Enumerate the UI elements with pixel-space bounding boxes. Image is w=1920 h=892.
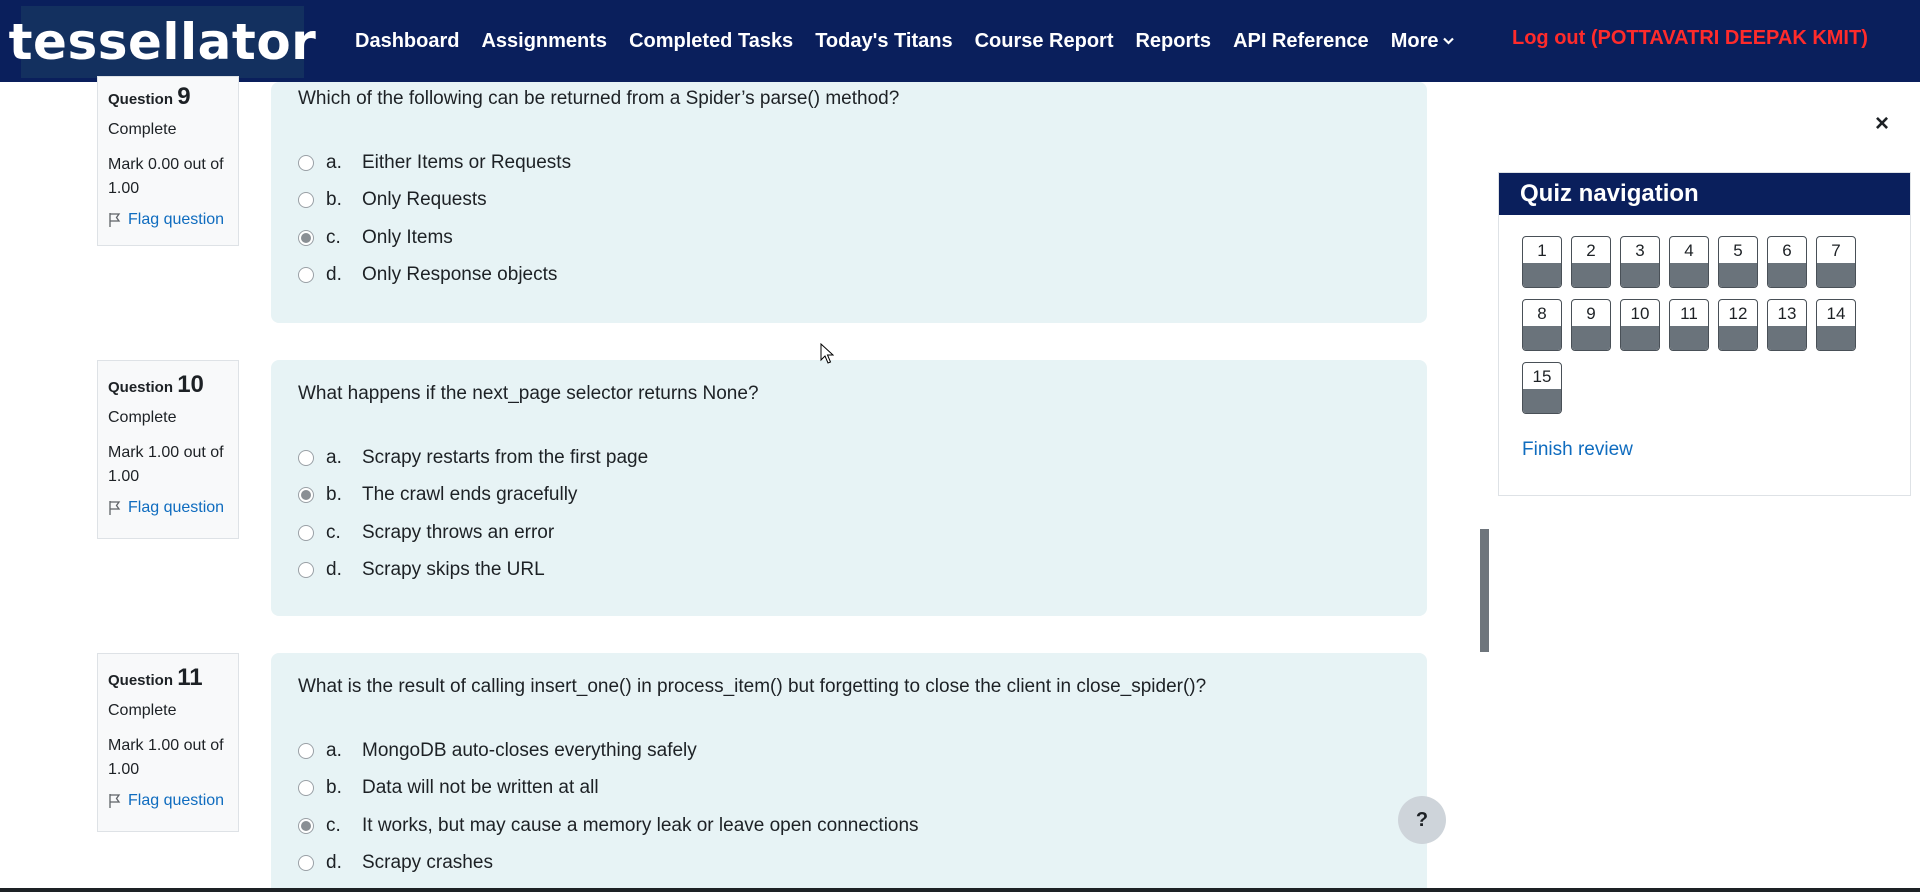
answer-options: a. MongoDB auto-closes everything safely … (298, 732, 1427, 882)
help-button[interactable]: ? (1398, 796, 1446, 844)
radio-button[interactable] (298, 524, 314, 541)
nav-dashboard[interactable]: Dashboard (355, 30, 459, 53)
question-text: What happens if the next_page selector r… (298, 383, 759, 404)
radio-button-checked[interactable] (298, 229, 314, 246)
radio-button[interactable] (298, 154, 314, 171)
answer-options: a. Scrapy restarts from the first page b.… (298, 439, 1427, 589)
nav-api-reference[interactable]: API Reference (1233, 30, 1369, 53)
question-number: Question 9 (108, 83, 191, 110)
quiz-nav-button[interactable]: 5 (1718, 236, 1758, 288)
question-content-9: Which of the following can be returned f… (271, 82, 1427, 323)
logout-link[interactable]: Log out (POTTAVATRI DEEPAK KMIT) (1512, 27, 1868, 50)
close-icon: × (1875, 110, 1890, 137)
nav-more-label: More (1390, 29, 1439, 52)
mouse-cursor-icon (820, 343, 834, 364)
nav-completed-tasks[interactable]: Completed Tasks (629, 30, 793, 53)
answer-option[interactable]: b. Data will not be written at all (298, 770, 1427, 808)
question-number: Question 10 (108, 371, 204, 398)
radio-button[interactable] (298, 267, 314, 284)
quiz-nav-button[interactable]: 14 (1816, 299, 1856, 351)
quiz-nav-button[interactable]: 12 (1718, 299, 1758, 351)
flag-question-button[interactable]: Flag question (108, 792, 228, 810)
answer-option[interactable]: d. Only Response objects (298, 257, 1427, 295)
chevron-down-icon (1443, 33, 1455, 48)
quiz-nav-button[interactable]: 3 (1620, 236, 1660, 288)
flag-icon (109, 794, 121, 808)
answer-option[interactable]: d. Scrapy skips the URL (298, 552, 1427, 590)
answer-option[interactable]: b. The crawl ends gracefully (298, 477, 1427, 515)
answer-option[interactable]: a. MongoDB auto-closes everything safely (298, 732, 1427, 770)
radio-button[interactable] (298, 192, 314, 209)
nav-reports[interactable]: Reports (1135, 30, 1211, 53)
quiz-nav-button[interactable]: 7 (1816, 236, 1856, 288)
question-mark: Mark 0.00 out of 1.00 (108, 156, 224, 197)
quiz-nav-button[interactable]: 15 (1522, 362, 1562, 414)
answer-option[interactable]: c. It works, but may cause a memory leak … (298, 807, 1427, 845)
finish-review-link[interactable]: Finish review (1522, 439, 1633, 461)
radio-button[interactable] (298, 780, 314, 797)
question-text: Which of the following can be returned f… (298, 88, 900, 109)
quiz-nav-button[interactable]: 2 (1571, 236, 1611, 288)
question-number: Question 11 (108, 664, 203, 691)
quiz-nav-button[interactable]: 9 (1571, 299, 1611, 351)
question-content-10: What happens if the next_page selector r… (271, 360, 1427, 616)
answer-option[interactable]: c. Scrapy throws an error (298, 514, 1427, 552)
nav-links: Dashboard Assignments Completed Tasks To… (355, 0, 1476, 82)
question-content-11: What is the result of calling insert_one… (271, 653, 1427, 892)
question-info-9: Question 9 Complete Mark 0.00 out of 1.0… (97, 76, 239, 246)
question-mark-icon: ? (1415, 808, 1429, 831)
flag-question-button[interactable]: Flag question (108, 211, 228, 229)
tessellator-logo[interactable]: tessellator (9, 6, 316, 78)
answer-option[interactable]: a. Scrapy restarts from the first page (298, 439, 1427, 477)
radio-button[interactable] (298, 562, 314, 579)
question-state: Complete (108, 409, 177, 426)
question-info-10: Question 10 Complete Mark 1.00 out of 1.… (97, 360, 239, 539)
quiz-navigation-title: Quiz navigation (1499, 173, 1910, 215)
quiz-nav-button[interactable]: 1 (1522, 236, 1562, 288)
radio-button[interactable] (298, 742, 314, 759)
scrollbar-thumb[interactable] (1480, 529, 1489, 652)
quiz-nav-button[interactable]: 6 (1767, 236, 1807, 288)
close-drawer-button[interactable]: × (1875, 110, 1889, 138)
answer-option[interactable]: a. Either Items or Requests (298, 144, 1427, 182)
quiz-nav-button[interactable]: 13 (1767, 299, 1807, 351)
quiz-navigation-block: Quiz navigation 1 2 3 4 5 6 7 8 9 10 11 … (1498, 172, 1911, 496)
top-navbar: tessellator Dashboard Assignments Comple… (0, 0, 1920, 82)
answer-options: a. Either Items or Requests b. Only Reques… (298, 144, 1427, 294)
radio-button[interactable] (298, 855, 314, 872)
flag-question-button[interactable]: Flag question (108, 499, 228, 517)
flag-icon (109, 213, 121, 227)
nav-todays-titans[interactable]: Today's Titans (815, 30, 952, 53)
answer-option[interactable]: d. Scrapy crashes (298, 845, 1427, 883)
question-mark: Mark 1.00 out of 1.00 (108, 737, 224, 778)
quiz-nav-button[interactable]: 11 (1669, 299, 1709, 351)
nav-assignments[interactable]: Assignments (481, 30, 607, 53)
question-mark: Mark 1.00 out of 1.00 (108, 444, 224, 485)
bottom-edge (0, 888, 1920, 892)
radio-button[interactable] (298, 449, 314, 466)
question-state: Complete (108, 702, 177, 719)
quiz-nav-button[interactable]: 4 (1669, 236, 1709, 288)
question-info-11: Question 11 Complete Mark 1.00 out of 1.… (97, 653, 239, 832)
quiz-nav-button[interactable]: 8 (1522, 299, 1562, 351)
nav-more-dropdown[interactable]: More (1391, 30, 1455, 53)
answer-option[interactable]: b. Only Requests (298, 182, 1427, 220)
quiz-nav-button[interactable]: 10 (1620, 299, 1660, 351)
question-text: What is the result of calling insert_one… (298, 676, 1207, 697)
nav-course-report[interactable]: Course Report (975, 30, 1114, 53)
answer-option[interactable]: c. Only Items (298, 219, 1427, 257)
question-state: Complete (108, 121, 177, 138)
radio-button-checked[interactable] (298, 817, 314, 834)
radio-button-checked[interactable] (298, 487, 314, 504)
flag-icon (109, 501, 121, 515)
